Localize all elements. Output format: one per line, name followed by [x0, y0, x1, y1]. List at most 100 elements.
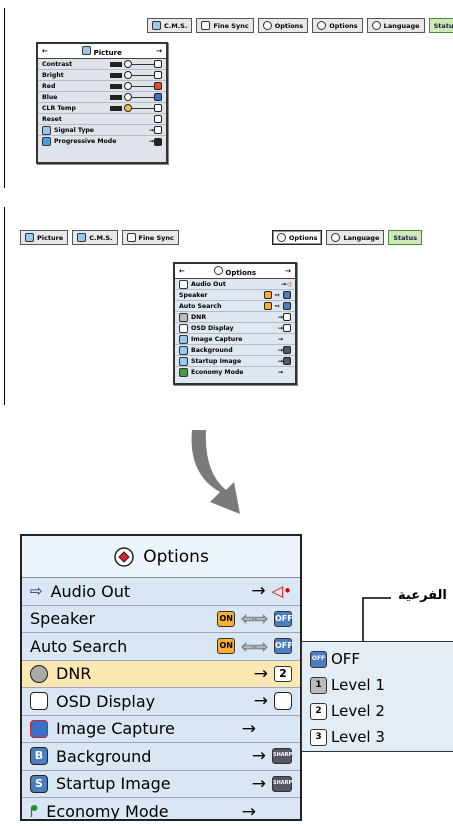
slider-knob[interactable] [124, 82, 132, 90]
row-image-capture[interactable]: Image Capture → [175, 334, 295, 345]
startup-image-icon [179, 356, 188, 366]
tab-cms[interactable]: C.M.S. [72, 230, 118, 245]
tab-options[interactable]: Options [257, 18, 309, 33]
slider-knob[interactable] [124, 104, 132, 112]
row-dnr[interactable]: DNR → 2 [22, 660, 300, 688]
osd-display-icon [30, 692, 48, 711]
background-icon: B [30, 747, 48, 766]
row-startup-image[interactable]: S Startup Image → SHARP [22, 771, 300, 798]
tab-status[interactable]: Status [388, 230, 423, 245]
picture-panel: ← Picture → Contrast Bright Red Blue CLR… [36, 42, 168, 164]
tab-status[interactable]: Status [428, 18, 453, 33]
picture-panel-header: ← Picture → [38, 44, 166, 59]
picture-panel-title: Picture [93, 48, 122, 57]
sharp-logo-icon: SHARP [272, 748, 292, 765]
row-progressive-mode[interactable]: Progressive Mode → [38, 136, 166, 147]
screen2-frame [4, 207, 5, 405]
cms-icon [77, 233, 87, 242]
right-arrow-icon[interactable]: → [285, 267, 291, 275]
screen2-tabbar-right: Options Language Status [272, 230, 423, 245]
red-icon [154, 82, 162, 90]
left-arrow-icon[interactable]: ← [179, 267, 185, 275]
off-toggle-icon: OFF [274, 610, 293, 627]
bright-icon [154, 71, 162, 79]
row-signal-type[interactable]: Signal Type → [38, 125, 166, 136]
tab-options-2[interactable]: Options [312, 18, 363, 33]
screen1-frame [4, 8, 5, 188]
fine-sync-icon [126, 233, 136, 242]
submenu-item-level-3[interactable]: 3 Level 3 [302, 724, 453, 750]
tab-options[interactable]: Options [272, 230, 323, 245]
startup-image-icon: S [30, 774, 48, 793]
osd-value-icon [283, 324, 291, 332]
row-osd-display[interactable]: OSD Display → [22, 688, 300, 716]
options-panel-header: Options [22, 536, 300, 578]
audio-out-icon [179, 279, 188, 289]
sharp-logo-icon [283, 346, 291, 354]
row-audio-out[interactable]: Audio Out → ◁ [175, 279, 295, 290]
tab-cms[interactable]: C.M.S. [147, 18, 193, 33]
row-osd-display[interactable]: OSD Display → [175, 323, 295, 334]
off-toggle-icon: OFF [274, 638, 293, 655]
options-panel-header: ← Options → [175, 264, 295, 279]
row-speaker[interactable]: Speaker ON ⇦⇨ OFF [22, 606, 300, 633]
picture-icon [25, 233, 34, 242]
options-title: Options [143, 546, 209, 567]
options-panel-small: ← Options → Audio Out → ◁ Speaker ⇨ Auto Se… [173, 262, 297, 385]
slider-knob[interactable] [124, 71, 132, 79]
row-background[interactable]: B Background → SHARP [22, 743, 300, 771]
speaker-icon: ◁• [271, 582, 292, 601]
row-background[interactable]: Background → [175, 345, 295, 356]
level-2-icon: 2 [274, 665, 292, 682]
submenu-item-level-1[interactable]: 1 Level 1 [302, 672, 453, 698]
on-toggle-icon [263, 291, 272, 299]
options-panel-large: Options ⇨ Audio Out → ◁• Speaker ON ⇦⇨ O… [20, 534, 302, 822]
row-contrast[interactable]: Contrast [38, 59, 166, 70]
row-startup-image[interactable]: Startup Image → [175, 356, 295, 367]
row-economy-mode[interactable]: ᖰ Economy Mode → [22, 798, 300, 826]
dnr-icon [179, 312, 188, 322]
slider-knob[interactable] [124, 93, 132, 101]
row-audio-out[interactable]: ⇨ Audio Out → ◁• [22, 578, 300, 606]
tab-language[interactable]: Language [366, 18, 425, 33]
signal-type-icon [42, 125, 51, 135]
level-3-icon: 3 [310, 728, 327, 746]
tab-fine-sync[interactable]: Fine Sync [196, 18, 254, 33]
on-toggle-icon: ON [217, 610, 236, 627]
tab-picture[interactable]: Picture [20, 230, 69, 245]
submenu-label: الفرعية [398, 588, 447, 603]
on-toggle-icon [263, 302, 272, 310]
audio-out-icon: ⇨ [30, 582, 43, 601]
submenu-item-off[interactable]: OFF OFF [302, 646, 453, 672]
level-2-icon: 2 [310, 702, 327, 720]
row-image-capture[interactable]: Image Capture → [22, 716, 300, 743]
screen1-tabbar: C.M.S. Fine Sync Options Options Languag… [147, 18, 453, 33]
right-arrow-icon[interactable]: → [156, 47, 162, 55]
options-icon [317, 21, 327, 30]
tab-fine-sync[interactable]: Fine Sync [121, 230, 179, 245]
sharp-logo-icon: SHARP [272, 775, 292, 792]
slider-knob[interactable] [124, 60, 132, 68]
cms-icon [152, 21, 161, 30]
row-dnr[interactable]: DNR → [175, 312, 295, 323]
speaker-icon: ◁ [286, 280, 291, 288]
row-clr-temp[interactable]: CLR Temp [38, 103, 166, 114]
row-red[interactable]: Red [38, 81, 166, 92]
on-toggle-icon: ON [217, 638, 236, 655]
tab-language[interactable]: Language [326, 230, 385, 245]
left-arrow-icon[interactable]: ← [42, 47, 48, 55]
reset-icon [154, 115, 162, 123]
row-auto-search[interactable]: Auto Search ⇨ [175, 301, 295, 312]
image-capture-icon [30, 719, 48, 738]
background-icon [179, 345, 188, 355]
row-bright[interactable]: Bright [38, 70, 166, 81]
row-blue[interactable]: Blue [38, 92, 166, 103]
row-auto-search[interactable]: Auto Search ON ⇦⇨ OFF [22, 633, 300, 661]
submenu-item-level-2[interactable]: 2 Level 2 [302, 698, 453, 724]
row-reset[interactable]: Reset [38, 114, 166, 125]
dnr-submenu: OFF OFF 1 Level 1 2 Level 2 3 Level 3 [301, 641, 453, 752]
row-economy-mode[interactable]: Economy Mode → [175, 367, 295, 378]
row-speaker[interactable]: Speaker ⇨ [175, 290, 295, 301]
osd-display-icon [179, 323, 188, 333]
options-icon [213, 265, 223, 275]
